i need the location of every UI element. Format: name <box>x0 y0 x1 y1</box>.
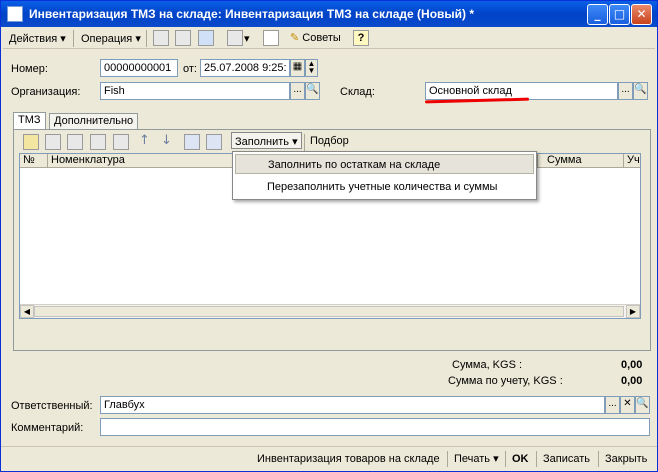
unpost-doc-icon[interactable] <box>175 30 191 46</box>
delete-row-icon[interactable] <box>90 134 106 150</box>
organization-field[interactable]: Fish <box>100 82 290 100</box>
print-form-button[interactable]: Инвентаризация товаров на складе <box>257 450 440 468</box>
main-toolbar: Действия ▾ Операция ▾ ▾ ✎ Советы ? <box>3 27 655 49</box>
refresh-icon[interactable] <box>198 30 214 46</box>
comment-field[interactable] <box>100 418 650 436</box>
actions-menu[interactable]: Действия ▾ <box>9 30 66 47</box>
add-row-icon[interactable] <box>23 134 39 150</box>
tab-additional[interactable]: Дополнительно <box>49 113 139 130</box>
tips-label: Советы <box>302 32 341 44</box>
end-edit-icon[interactable] <box>113 134 129 150</box>
close-button[interactable]: Закрыть <box>605 450 647 468</box>
fill-dropdown-menu: Заполнить по остаткам на складе Перезапо… <box>232 151 537 200</box>
date-field[interactable]: 25.07.2008 9:25: <box>200 59 290 77</box>
bottom-command-bar: Инвентаризация товаров на складе Печать … <box>1 446 657 470</box>
organization-open-button[interactable]: 🔍 <box>305 82 320 100</box>
menu-item-fill-by-balance[interactable]: Заполнить по остаткам на складе <box>235 154 534 174</box>
document-icon <box>7 6 23 22</box>
column-header-sum[interactable]: Сумма <box>544 154 624 168</box>
print-label: Печать <box>454 453 491 465</box>
window-title: Инвентаризация ТМЗ на складе: Инвентариз… <box>29 7 475 21</box>
help-icon[interactable]: ? <box>353 30 369 46</box>
sum-value: 0,00 <box>621 359 643 371</box>
bottom-divider <box>598 451 599 467</box>
sort-asc-icon[interactable] <box>184 134 200 150</box>
lightbulb-icon: ✎ <box>290 32 300 44</box>
clear-icon[interactable]: ✕ <box>620 396 635 414</box>
number-field[interactable]: 00000000001 <box>100 59 178 77</box>
date-stepper[interactable]: ▲ ▼ <box>305 59 318 77</box>
operation-menu-label: Операция <box>81 33 133 45</box>
responsible-field[interactable]: Главбух <box>100 396 605 414</box>
based-on-icon[interactable] <box>227 30 243 46</box>
tab-tmz[interactable]: ТМЗ <box>13 112 46 130</box>
account-sum-value: 0,00 <box>621 375 643 387</box>
print-menu[interactable]: Печать ▾ <box>454 450 499 468</box>
fill-button-label: Заполнить <box>235 136 290 148</box>
date-label: от: <box>183 63 197 75</box>
warehouse-select-button[interactable]: ... <box>618 82 633 100</box>
ok-button[interactable]: OK <box>512 450 529 468</box>
number-label: Номер: <box>11 63 48 75</box>
responsible-open-button[interactable]: 🔍 <box>635 396 650 414</box>
edit-row-icon[interactable] <box>67 134 83 150</box>
sum-label: Сумма, KGS : <box>452 359 523 371</box>
organization-select-button[interactable]: ... <box>290 82 305 100</box>
account-sum-label: Сумма по учету, KGS : <box>448 375 563 387</box>
chevron-down-icon: ▾ <box>493 452 499 465</box>
calendar-icon[interactable]: ▦ <box>290 59 305 77</box>
responsible-label: Ответственный: <box>11 400 93 412</box>
post-doc-icon[interactable] <box>153 30 169 46</box>
close-window-button[interactable]: ✕ <box>631 4 652 25</box>
scroll-thumb[interactable] <box>34 306 624 317</box>
move-down-icon[interactable]: ↓ <box>161 133 172 148</box>
actions-menu-label: Действия <box>9 33 58 45</box>
warehouse-label: Склад: <box>340 86 375 98</box>
column-header-account[interactable]: Уч <box>624 154 640 168</box>
horizontal-scrollbar[interactable]: ◀ ▶ <box>20 304 640 318</box>
bottom-divider <box>536 451 537 467</box>
bottom-divider <box>447 451 448 467</box>
toolbar-divider <box>73 30 74 47</box>
maximize-button[interactable]: □ <box>609 4 630 25</box>
chevron-down-icon: ▾ <box>60 32 66 45</box>
document-window: Инвентаризация ТМЗ на складе: Инвентариз… <box>0 0 658 472</box>
toolbar-divider <box>146 30 147 47</box>
bottom-divider <box>505 451 506 467</box>
operation-menu[interactable]: Операция ▾ <box>81 30 141 47</box>
move-up-icon[interactable]: ↑ <box>139 133 150 148</box>
minimize-button[interactable]: _ <box>587 4 608 25</box>
save-button[interactable]: Записать <box>543 450 590 468</box>
chevron-down-icon: ▾ <box>292 135 298 148</box>
title-bar[interactable]: Инвентаризация ТМЗ на складе: Инвентариз… <box>1 1 657 27</box>
copy-row-icon[interactable] <box>45 134 61 150</box>
fill-button[interactable]: Заполнить ▾ <box>231 132 302 149</box>
menu-item-refill-quantities[interactable]: Перезаполнить учетные количества и суммы <box>235 177 534 197</box>
comment-label: Комментарий: <box>11 422 84 434</box>
sort-desc-icon[interactable] <box>206 134 222 150</box>
toolbar-divider <box>304 134 305 151</box>
report-icon[interactable] <box>263 30 279 46</box>
select-button[interactable]: Подбор <box>310 133 349 150</box>
tips-button[interactable]: ✎ Советы <box>290 30 341 47</box>
scroll-left-icon[interactable]: ◀ <box>20 305 34 318</box>
responsible-select-button[interactable]: ... <box>605 396 620 414</box>
chevron-down-icon: ▾ <box>135 32 141 45</box>
scroll-right-icon[interactable]: ▶ <box>626 305 640 318</box>
organization-label: Организация: <box>11 86 81 98</box>
column-header-number[interactable]: № <box>20 154 48 168</box>
chevron-down-icon[interactable]: ▾ <box>244 30 250 47</box>
warehouse-open-button[interactable]: 🔍 <box>633 82 648 100</box>
